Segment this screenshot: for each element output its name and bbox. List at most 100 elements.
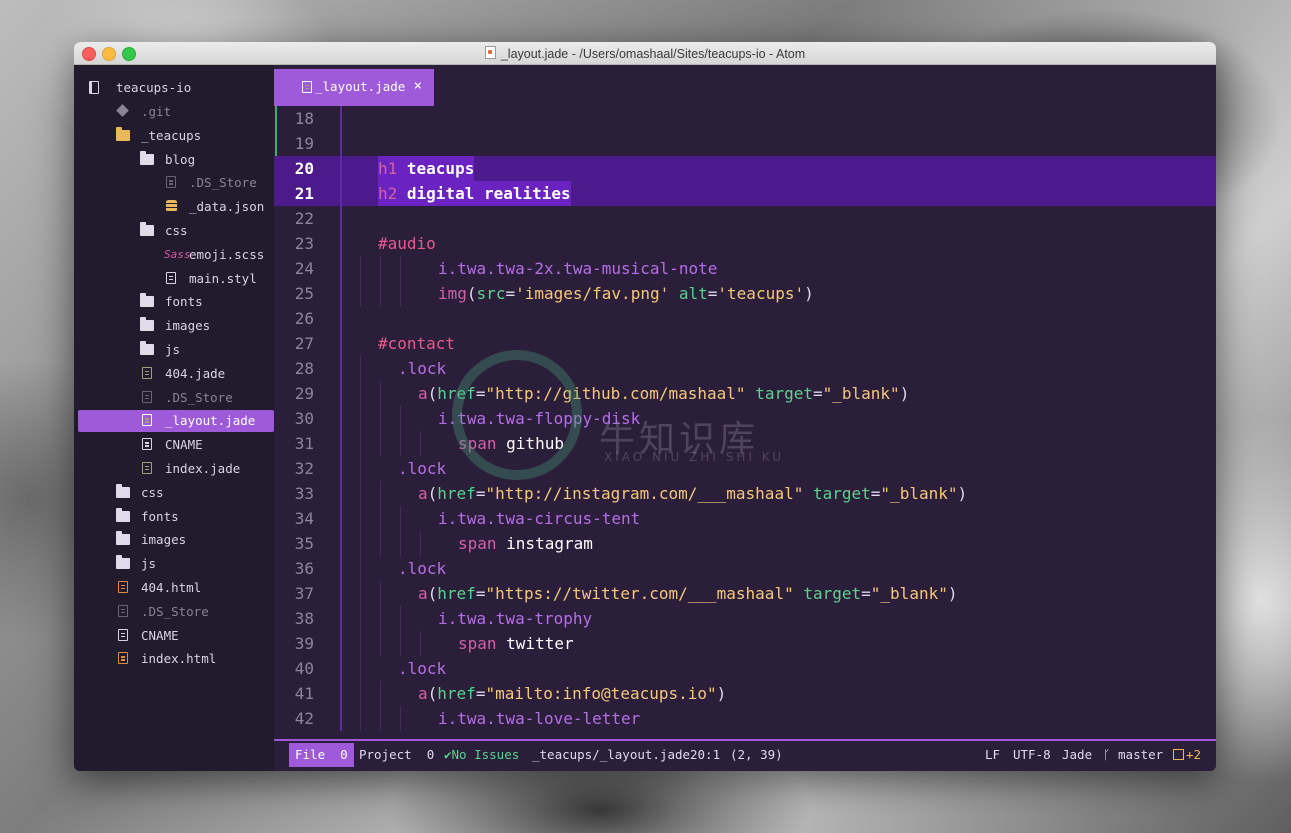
indent-guide <box>340 656 342 681</box>
tree-item[interactable]: images <box>74 315 274 337</box>
code-text: .lock <box>398 356 446 381</box>
indent-guide <box>400 506 401 531</box>
indent-guide <box>380 706 381 731</box>
indent-guide <box>380 531 381 556</box>
code-line: 39 span twitter <box>274 631 1216 656</box>
token: ( <box>466 284 477 303</box>
indent-guide <box>380 281 381 306</box>
code-line: 28 .lock <box>274 356 1216 381</box>
tree-item[interactable]: 404.jade <box>74 363 274 385</box>
token: i.twa.twa-love-letter <box>438 709 641 728</box>
indent-guide <box>340 706 342 731</box>
tree-item[interactable]: .DS_Store <box>74 172 274 194</box>
tree-item[interactable]: blog <box>74 149 274 171</box>
code-text: h2 digital realities <box>378 181 571 206</box>
token: a <box>418 384 428 403</box>
tree-item[interactable]: index.jade <box>74 458 274 480</box>
tree-item-label: .git <box>141 104 172 119</box>
folder-icon <box>116 483 130 499</box>
token: i.twa.twa-circus-tent <box>438 509 641 528</box>
cursor-position[interactable]: 20:1 <box>690 747 720 762</box>
tree-item[interactable]: css <box>74 220 274 242</box>
tree-item[interactable]: .git <box>74 101 274 123</box>
project-issues-button[interactable]: Project 0 <box>359 747 434 762</box>
indent-guide <box>340 106 342 131</box>
git-branch[interactable]: ᚴ master <box>1103 747 1163 762</box>
line-number: 21 <box>294 184 314 203</box>
indent-guide <box>360 431 361 456</box>
grammar-selector[interactable]: Jade <box>1062 747 1092 762</box>
tree-item[interactable]: 404.html <box>74 577 274 599</box>
git-diff-icon <box>1173 749 1184 760</box>
tree-item[interactable]: .DS_Store <box>74 601 274 623</box>
tree-item[interactable]: Sass emoji.scss <box>74 244 274 266</box>
encoding[interactable]: UTF-8 <box>1013 747 1051 762</box>
tree-item[interactable]: fonts <box>74 291 274 313</box>
database-icon <box>164 200 178 213</box>
tree-item[interactable]: _teacups <box>74 125 274 147</box>
code-text: .lock <box>398 556 446 581</box>
code-line: 41 a(href="mailto:info@teacups.io") <box>274 681 1216 706</box>
tree-item[interactable]: js <box>74 339 274 361</box>
indent-guide <box>380 681 381 706</box>
editor-pane: _layout.jade × 18 19 20 h1 teacups 21 h2 digi… <box>274 65 1216 771</box>
title-bar: _layout.jade - /Users/omashaal/Sites/tea… <box>74 42 1216 65</box>
code-text: #contact <box>378 331 455 356</box>
code-line: 35 span instagram <box>274 531 1216 556</box>
indent-guide <box>360 281 361 306</box>
linter-status[interactable]: ✔No Issues <box>444 747 519 762</box>
line-ending[interactable]: LF <box>985 747 1000 762</box>
tree-item[interactable]: .DS_Store <box>74 387 274 409</box>
indent-guide <box>380 256 381 281</box>
watermark-subtext: XIAO NIU ZHI SHI KU <box>604 450 785 464</box>
indent-guide <box>360 531 361 556</box>
tree-item[interactable]: CNAME <box>74 625 274 647</box>
close-tab-icon[interactable]: × <box>414 78 422 94</box>
tree-item-label: _data.json <box>189 199 265 215</box>
folder-icon <box>116 531 130 546</box>
indent-guide <box>340 281 342 306</box>
token: = <box>812 384 823 403</box>
git-changes[interactable]: +2 <box>1173 747 1201 762</box>
line-number: 26 <box>294 309 314 328</box>
indent-guide <box>360 381 361 406</box>
tree-item[interactable]: CNAME <box>74 434 274 456</box>
jade-icon <box>300 81 312 93</box>
token: #audio <box>378 234 436 253</box>
tree-item[interactable]: index.html <box>74 648 274 670</box>
token: "_blank" <box>870 584 948 603</box>
tree-item[interactable]: _layout.jade <box>78 410 274 433</box>
token: i.twa.twa-2x.twa-musical-note <box>438 259 718 278</box>
file-issues-button[interactable]: File 0 <box>289 743 354 767</box>
repo-icon <box>89 81 103 94</box>
indent-guide <box>340 556 342 581</box>
line-number: 32 <box>294 459 314 478</box>
tab-layout-jade[interactable]: _layout.jade × <box>274 69 434 106</box>
token: digital realities <box>397 184 571 203</box>
token: h2 <box>378 184 398 203</box>
token: target <box>755 384 813 403</box>
indent-guide <box>400 706 401 731</box>
tree-item[interactable]: _data.json <box>74 196 274 218</box>
tree-item[interactable]: js <box>74 553 274 575</box>
code-line: 34 i.twa.twa-circus-tent <box>274 506 1216 531</box>
project-root[interactable]: teacups-io <box>74 77 274 99</box>
tree-item[interactable]: css <box>74 482 274 504</box>
line-number: 31 <box>294 434 314 453</box>
line-number: 30 <box>294 409 314 428</box>
tree-item-label: CNAME <box>165 437 203 453</box>
tree-item-label: emoji.scss <box>189 246 265 262</box>
tree-item-label: css <box>165 223 188 238</box>
code-line: 42 i.twa.twa-love-letter <box>274 706 1216 731</box>
line-number: 20 <box>294 159 314 178</box>
tree-item[interactable]: fonts <box>74 506 274 528</box>
tree-item[interactable]: main.styl <box>74 268 274 290</box>
file-path[interactable]: _teacups/_layout.jade <box>532 747 690 762</box>
code-line: 20 h1 teacups <box>274 156 1216 181</box>
indent-guide <box>360 656 361 681</box>
code-text: img(src='images/fav.png' alt='teacups') <box>438 281 814 306</box>
indent-guide <box>400 606 401 631</box>
tree-item[interactable]: images <box>74 529 274 551</box>
indent-guide <box>360 356 361 381</box>
token: a <box>418 684 428 703</box>
